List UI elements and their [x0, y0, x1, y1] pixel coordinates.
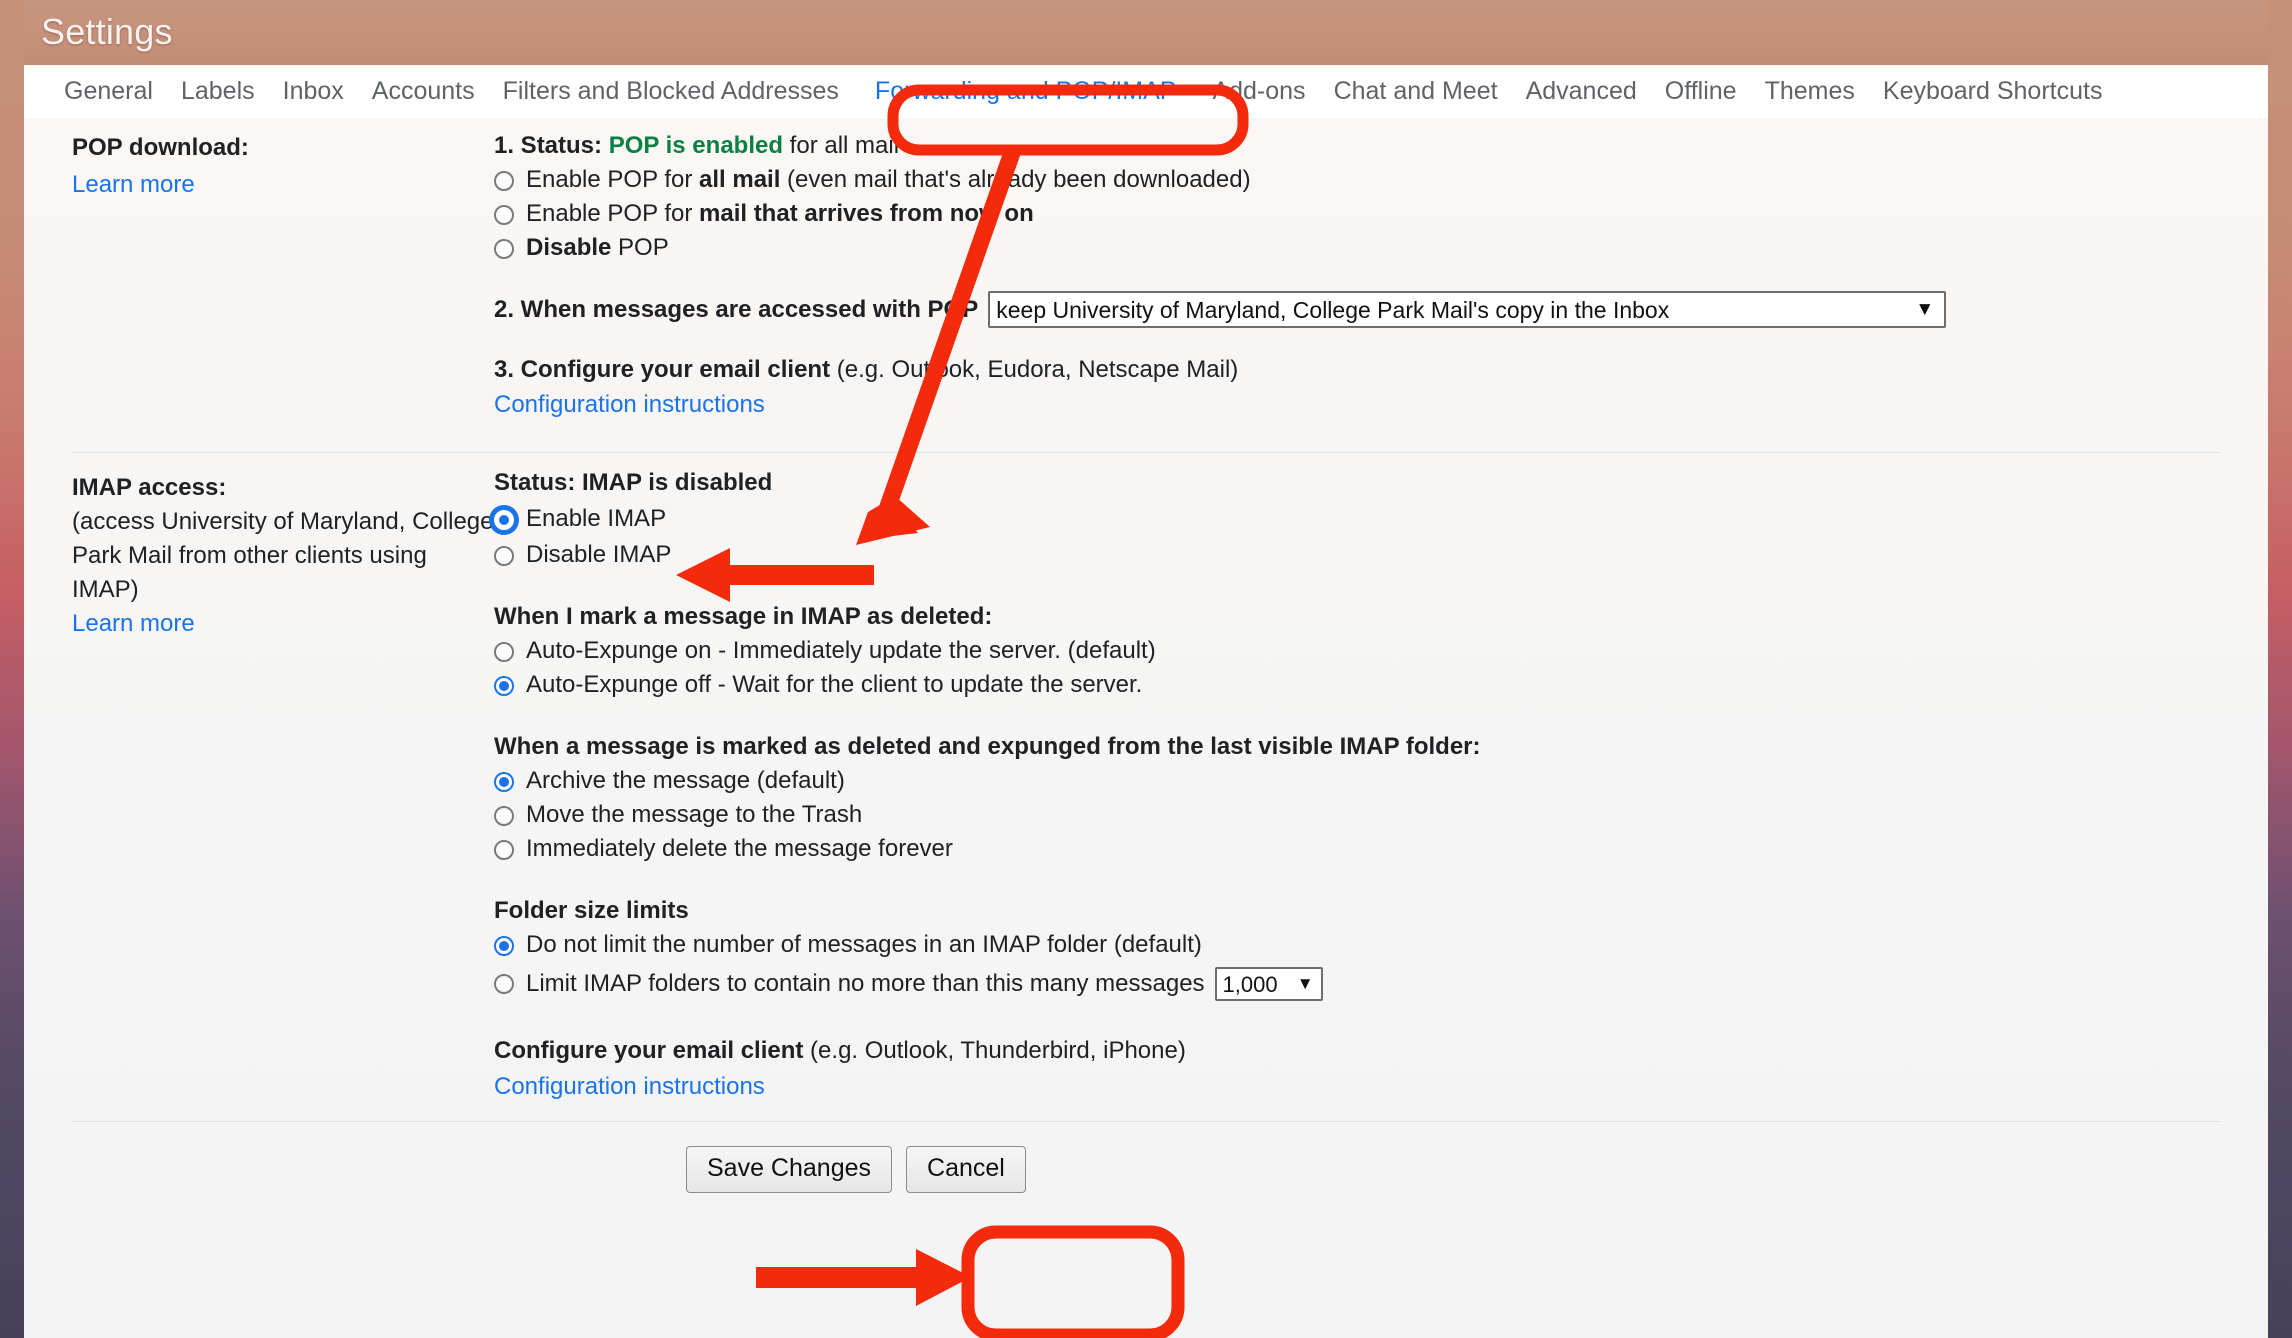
- radio-move-to-trash[interactable]: [494, 806, 514, 826]
- pop-access-select[interactable]: keep University of Maryland, College Par…: [988, 291, 1947, 328]
- tab-filters-and-blocked-addresses[interactable]: Filters and Blocked Addresses: [489, 65, 853, 118]
- pop-status-prefix: 1. Status:: [494, 132, 603, 159]
- pop-download-body: 1. Status: POP is enabled for all mail E…: [494, 134, 2268, 434]
- cancel-button[interactable]: Cancel: [906, 1146, 1026, 1193]
- pop-configure-bold: 3. Configure your email client: [494, 356, 831, 383]
- tab-inbox[interactable]: Inbox: [269, 65, 358, 118]
- tab-labels[interactable]: Labels: [167, 65, 269, 118]
- radio-delete-forever[interactable]: [494, 840, 514, 860]
- imap-access-sub-line-1: (access University of Maryland, College: [72, 508, 494, 536]
- imap-configure-bold: Configure your email client: [494, 1037, 804, 1064]
- limit-select-wrapper: 1,000 ▼: [1214, 967, 1323, 1001]
- pop-download-label-column: POP download: Learn more: [24, 134, 494, 434]
- imap-expunge-option-on-label: Auto-Expunge on - Immediately update the…: [526, 637, 1156, 664]
- imap-folder-size-title: Folder size limits: [494, 897, 689, 924]
- pop-configure-line: 3. Configure your email client (e.g. Out…: [494, 358, 2268, 382]
- tab-accounts[interactable]: Accounts: [358, 65, 489, 118]
- imap-learn-more-link[interactable]: Learn more: [72, 610, 195, 637]
- pop-status-value: POP is enabled: [608, 132, 783, 159]
- save-changes-button[interactable]: Save Changes: [686, 1146, 893, 1193]
- pop-configuration-instructions-link[interactable]: Configuration instructions: [494, 393, 2268, 417]
- settings-tab-strip: General Labels Inbox Accounts Filters an…: [24, 65, 2268, 118]
- tab-offline[interactable]: Offline: [1651, 65, 1751, 118]
- imap-folder-size-option-unlimited-label: Do not limit the number of messages in a…: [526, 931, 1202, 958]
- radio-limit-folders[interactable]: [494, 974, 514, 994]
- pop-configure-rest: (e.g. Outlook, Eudora, Netscape Mail): [830, 356, 1239, 383]
- tab-general[interactable]: General: [50, 65, 167, 118]
- pop-option-from-now-on-label: Enable POP for mail that arrives from no…: [526, 200, 1034, 227]
- pop-option-from-now-on[interactable]: Enable POP for mail that arrives from no…: [494, 202, 2268, 226]
- imap-folder-size-option-unlimited[interactable]: Do not limit the number of messages in a…: [494, 933, 2268, 957]
- radio-pop-from-now-on[interactable]: [494, 205, 514, 225]
- imap-option-disable-label: Disable IMAP: [526, 541, 672, 568]
- imap-access-section: IMAP access: (access University of Maryl…: [24, 453, 2268, 1121]
- imap-configure-line: Configure your email client (e.g. Outloo…: [494, 1039, 2268, 1063]
- imap-configure-rest: (e.g. Outlook, Thunderbird, iPhone): [803, 1037, 1186, 1064]
- imap-expunge-option-off[interactable]: Auto-Expunge off - Wait for the client t…: [494, 673, 2268, 697]
- imap-option-disable[interactable]: Disable IMAP: [494, 543, 2268, 567]
- section-divider-footer: [72, 1121, 2220, 1122]
- settings-window: Settings General Labels Inbox Accounts F…: [24, 0, 2268, 1338]
- imap-access-sub-line-2: Park Mail from other clients using IMAP): [72, 542, 427, 604]
- imap-expunge-option-on[interactable]: Auto-Expunge on - Immediately update the…: [494, 639, 2268, 663]
- tab-add-ons[interactable]: Add-ons: [1198, 65, 1319, 118]
- radio-pop-disable[interactable]: [494, 239, 514, 259]
- tab-forwarding-and-pop-imap[interactable]: Forwarding and POP/IMAP: [853, 65, 1199, 118]
- imap-deleted-option-archive-label: Archive the message (default): [526, 767, 845, 794]
- radio-pop-all-mail[interactable]: [494, 171, 514, 191]
- settings-content: POP download: Learn more 1. Status: POP …: [24, 118, 2268, 1338]
- imap-folder-size-option-limited[interactable]: Limit IMAP folders to contain no more th…: [494, 967, 2268, 1001]
- radio-disable-imap[interactable]: [494, 546, 514, 566]
- tab-themes[interactable]: Themes: [1751, 65, 1869, 118]
- radio-do-not-limit[interactable]: [494, 936, 514, 956]
- pop-download-section: POP download: Learn more 1. Status: POP …: [24, 118, 2268, 452]
- pop-download-label: POP download:: [72, 134, 249, 161]
- imap-option-enable[interactable]: Enable IMAP: [494, 507, 2268, 531]
- folder-limit-select[interactable]: 1,000: [1214, 967, 1323, 1001]
- pop-option-disable[interactable]: Disable POP: [494, 236, 2268, 260]
- imap-configuration-instructions-link[interactable]: Configuration instructions: [494, 1075, 2268, 1099]
- settings-tabs: General Labels Inbox Accounts Filters an…: [50, 65, 2116, 118]
- tab-keyboard-shortcuts[interactable]: Keyboard Shortcuts: [1869, 65, 2117, 118]
- imap-option-enable-label: Enable IMAP: [526, 505, 667, 532]
- imap-deleted-option-trash[interactable]: Move the message to the Trash: [494, 803, 2268, 827]
- imap-deleted-option-archive[interactable]: Archive the message (default): [494, 769, 2268, 793]
- tab-advanced[interactable]: Advanced: [1512, 65, 1651, 118]
- pop-learn-more-link[interactable]: Learn more: [72, 171, 195, 198]
- pop-access-label: 2. When messages are accessed with POP: [494, 295, 979, 323]
- window-title-bar: Settings: [24, 0, 2268, 65]
- pop-option-disable-label: Disable POP: [526, 234, 669, 261]
- pop-option-all-mail-label: Enable POP for all mail (even mail that'…: [526, 166, 1251, 193]
- radio-auto-expunge-off[interactable]: [494, 676, 514, 696]
- pop-option-all-mail[interactable]: Enable POP for all mail (even mail that'…: [494, 168, 2268, 192]
- imap-deleted-option-delete-label: Immediately delete the message forever: [526, 835, 953, 862]
- pop-status-suffix: for all mail: [789, 132, 900, 159]
- imap-status-text: Status: IMAP is disabled: [494, 469, 773, 496]
- footer-button-row: Save Changes Cancel: [24, 1146, 2268, 1193]
- imap-expunge-option-off-label: Auto-Expunge off - Wait for the client t…: [526, 671, 1143, 698]
- radio-archive-message[interactable]: [494, 772, 514, 792]
- imap-access-label: IMAP access:: [72, 474, 227, 501]
- imap-access-body: Status: IMAP is disabled Enable IMAP Dis…: [494, 471, 2268, 1121]
- pop-access-row: 2. When messages are accessed with POP k…: [494, 291, 2268, 328]
- imap-access-label-column: IMAP access: (access University of Maryl…: [24, 471, 494, 1121]
- imap-deleted-option-trash-label: Move the message to the Trash: [526, 801, 863, 828]
- imap-deleted-option-delete[interactable]: Immediately delete the message forever: [494, 837, 2268, 861]
- imap-deleted-title: When a message is marked as deleted and …: [494, 733, 1481, 760]
- tab-chat-and-meet[interactable]: Chat and Meet: [1320, 65, 1512, 118]
- page-title: Settings: [41, 11, 173, 52]
- pop-status-line: 1. Status: POP is enabled for all mail: [494, 134, 2268, 158]
- radio-enable-imap[interactable]: [494, 510, 514, 530]
- radio-auto-expunge-on[interactable]: [494, 642, 514, 662]
- imap-expunge-title: When I mark a message in IMAP as deleted…: [494, 603, 993, 630]
- pop-access-select-wrapper: keep University of Maryland, College Par…: [988, 291, 1947, 328]
- imap-folder-size-option-limited-label: Limit IMAP folders to contain no more th…: [526, 970, 1205, 997]
